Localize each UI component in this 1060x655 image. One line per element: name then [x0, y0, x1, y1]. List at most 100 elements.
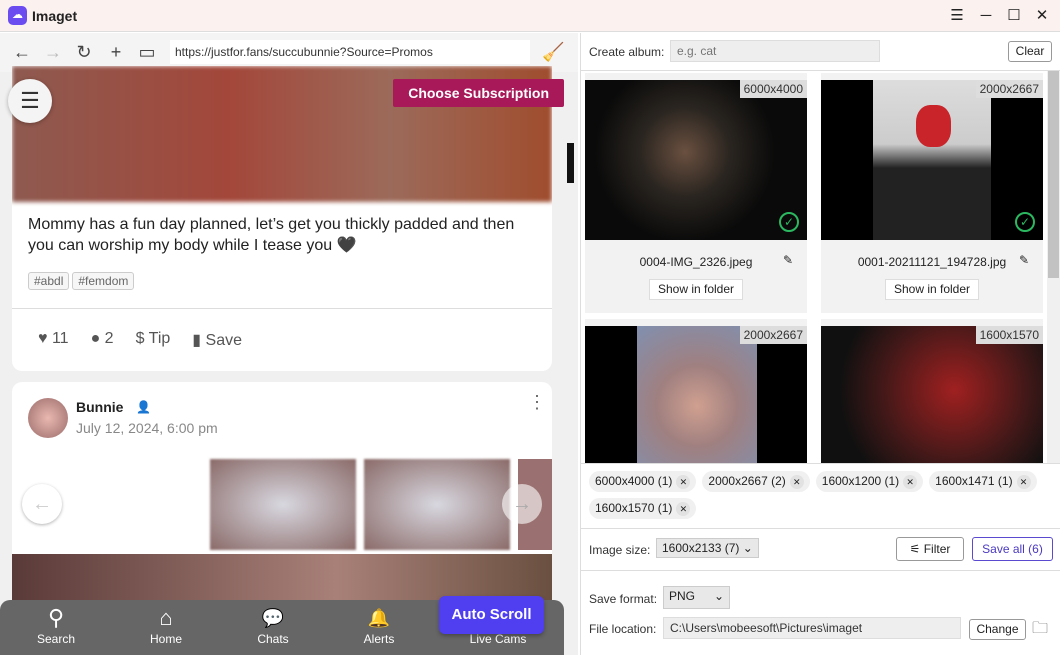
browser-panel: ← → ↻ + ▭ 🧹 Mommy has a fun day planned,…: [0, 33, 578, 655]
image-thumbnail[interactable]: 6000x4000 ✓: [585, 80, 807, 240]
post-actions: ♥ 11 ● 2 $ Tip ▮ Save: [38, 330, 264, 350]
size-chip[interactable]: 1600x1570 (1) ✕: [589, 498, 697, 519]
comment-button[interactable]: ● 2: [91, 330, 114, 350]
folder-icon[interactable]: 🗀: [1032, 617, 1048, 644]
show-in-folder-button[interactable]: Show in folder: [885, 279, 979, 300]
nav-label: Alerts: [363, 632, 395, 646]
url-input[interactable]: [170, 40, 530, 64]
file-name: 0001-20211121_194728.jpg: [857, 255, 1007, 269]
image-size-value: 1600x2133 (7): [662, 541, 740, 555]
menu-icon[interactable]: ☰: [947, 6, 967, 26]
save-format-select[interactable]: PNG ⌄: [663, 586, 730, 609]
scroll-indicator[interactable]: [567, 143, 574, 183]
carousel-prev-button[interactable]: ←: [22, 484, 62, 524]
app-title: Imaget: [32, 8, 78, 24]
save-label: Save: [205, 332, 242, 349]
title-bar: ☁ Imaget ☰ ─ ☐ ✕: [0, 0, 1060, 32]
remove-icon[interactable]: ✕: [676, 502, 691, 516]
lock-user-icon: 👤: [136, 400, 151, 414]
gallery-image[interactable]: [364, 459, 510, 550]
show-in-folder-button[interactable]: Show in folder: [649, 279, 743, 300]
carousel-next-button[interactable]: →: [502, 484, 542, 524]
nav-alerts[interactable]: 🔔 Alerts: [344, 600, 414, 646]
app-logo-icon: ☁: [8, 6, 27, 25]
file-location-field[interactable]: C:\Users\mobeesoft\Pictures\imaget: [663, 617, 961, 639]
album-input[interactable]: [670, 40, 880, 62]
image-card[interactable]: 2000x2667 ✓ 0001-20211121_194728.jpg ✎ S…: [821, 73, 1043, 313]
forward-icon[interactable]: →: [42, 41, 64, 63]
reload-icon[interactable]: ↻: [73, 41, 95, 63]
chat-icon: 💬: [261, 608, 285, 628]
image-card[interactable]: 1600x1570: [821, 319, 1043, 463]
chevron-down-icon: ⌄: [713, 589, 724, 603]
author-name[interactable]: Bunnie: [76, 399, 123, 415]
size-chip[interactable]: 6000x4000 (1) ✕: [589, 471, 697, 492]
post-text: Mommy has a fun day planned, let’s get y…: [28, 216, 515, 254]
chip-label: 6000x4000 (1): [595, 474, 673, 488]
save-button[interactable]: ▮ Save: [192, 330, 242, 350]
image-thumbnail[interactable]: 2000x2667: [585, 326, 807, 463]
post-card: Bunnie 👤 July 12, 2024, 6:00 pm ⋮ ← →: [12, 382, 552, 632]
edit-icon[interactable]: ✎: [783, 253, 793, 267]
choose-subscription-button[interactable]: Choose Subscription: [393, 79, 564, 107]
clean-icon[interactable]: 🧹: [542, 41, 564, 63]
clear-button[interactable]: Clear: [1008, 41, 1052, 62]
post-date: July 12, 2024, 6:00 pm: [76, 420, 218, 436]
filter-label: Filter: [923, 542, 951, 556]
image-dimensions: 6000x4000: [739, 80, 807, 98]
hamburger-menu-button[interactable]: ☰: [8, 79, 52, 123]
checked-icon[interactable]: ✓: [1015, 212, 1035, 232]
post-tags: #abdl #femdom: [28, 272, 137, 290]
more-options-icon[interactable]: ⋮: [528, 392, 546, 413]
size-chip[interactable]: 1600x1200 (1) ✕: [815, 471, 924, 492]
save-format-label: Save format:: [589, 592, 658, 606]
nav-search[interactable]: ⚲ Search: [21, 600, 91, 646]
chip-label: 2000x2667 (2): [708, 474, 786, 488]
avatar[interactable]: [28, 398, 68, 438]
chip-label: 1600x1200 (1): [821, 474, 900, 488]
save-format-value: PNG: [669, 589, 696, 603]
image-size-select[interactable]: 1600x2133 (7) ⌄: [656, 538, 759, 558]
imaget-panel: Create album: Clear 6000x4000 ✓ 0004-IMG…: [580, 33, 1060, 655]
back-icon[interactable]: ←: [11, 41, 33, 63]
size-chip[interactable]: 2000x2667 (2) ✕: [702, 471, 810, 492]
change-button[interactable]: Change: [969, 619, 1026, 640]
image-dimensions: 2000x2667: [739, 326, 807, 344]
checked-icon[interactable]: ✓: [779, 212, 799, 232]
image-card[interactable]: 2000x2667: [585, 319, 807, 463]
nav-home[interactable]: ⌂ Home: [131, 600, 201, 646]
maximize-button[interactable]: ☐: [1004, 6, 1024, 26]
remove-icon[interactable]: ✕: [1016, 475, 1031, 489]
scrollbar[interactable]: [1047, 71, 1060, 463]
size-filter-chips: 6000x4000 (1) ✕ 2000x2667 (2) ✕ 1600x1200 (1…: [589, 471, 1049, 525]
gallery-image[interactable]: [210, 459, 356, 550]
close-button[interactable]: ✕: [1032, 6, 1052, 26]
image-size-label: Image size:: [589, 543, 651, 557]
like-button[interactable]: ♥ 11: [38, 330, 69, 350]
size-chip[interactable]: 1600x1471 (1) ✕: [929, 471, 1037, 492]
search-icon: ⚲: [47, 605, 65, 630]
window-icon[interactable]: ▭: [136, 41, 158, 63]
comment-count: 2: [104, 330, 114, 347]
nav-label: Search: [36, 632, 76, 646]
minimize-button[interactable]: ─: [976, 6, 996, 26]
nav-label: Live Cams: [469, 632, 527, 646]
image-card[interactable]: 6000x4000 ✓ 0004-IMG_2326.jpeg ✎ Show in…: [585, 73, 807, 313]
auto-scroll-button[interactable]: Auto Scroll: [439, 596, 544, 634]
nav-chats[interactable]: 💬 Chats: [238, 600, 308, 646]
filter-button[interactable]: ⚟ Filter: [896, 537, 964, 561]
new-tab-icon[interactable]: +: [105, 41, 127, 63]
chip-label: 1600x1570 (1): [595, 501, 673, 515]
image-dimensions: 1600x1570: [975, 326, 1043, 344]
image-thumbnail[interactable]: 2000x2667 ✓: [821, 80, 1043, 240]
edit-icon[interactable]: ✎: [1019, 253, 1029, 267]
image-thumbnail[interactable]: 1600x1570: [821, 326, 1043, 463]
tag[interactable]: #femdom: [72, 272, 135, 290]
save-all-button[interactable]: Save all (6): [972, 537, 1053, 561]
tag[interactable]: #abdl: [28, 272, 70, 290]
remove-icon[interactable]: ✕: [903, 475, 918, 489]
tip-button[interactable]: $ Tip: [136, 330, 171, 350]
remove-icon[interactable]: ✕: [676, 475, 691, 489]
remove-icon[interactable]: ✕: [789, 475, 804, 489]
nav-label: Home: [149, 632, 182, 646]
